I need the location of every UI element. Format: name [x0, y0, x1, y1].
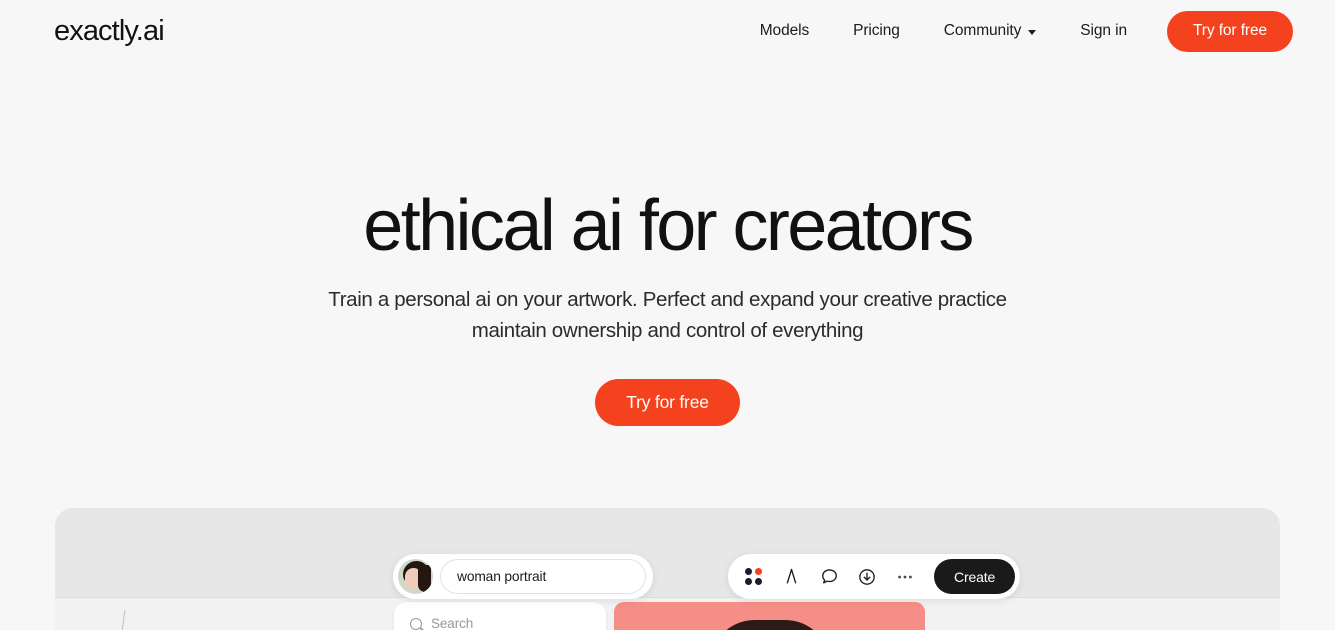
search-icon: [410, 617, 422, 630]
prompt-input[interactable]: [440, 559, 646, 594]
speech-bubble-icon[interactable]: [818, 566, 840, 588]
hero-try-for-free-button[interactable]: Try for free: [595, 378, 740, 426]
hero-subtitle: Train a personal ai on your artwork. Per…: [0, 285, 1335, 345]
styles-grid-icon[interactable]: [742, 566, 764, 588]
grid-dot-1: [744, 568, 752, 575]
styles-grid-dots: [744, 568, 762, 585]
chevron-down-icon: [1028, 29, 1037, 35]
hero-subtitle-line-2: maintain ownership and control of everyt…: [471, 318, 864, 342]
more-options-icon[interactable]: [894, 566, 916, 588]
hero-section: ethical ai for creators Train a personal…: [0, 62, 1335, 426]
canvas-tick-mark: [121, 610, 126, 630]
app-preview-panel: Search woman portrait Create: [55, 508, 1280, 630]
nav-link-community-label: Community: [943, 22, 1022, 39]
hero-cta-wrapper: Try for free: [0, 378, 1335, 426]
page-title: ethical ai for creators: [363, 186, 974, 266]
nav-link-models-label: Models: [759, 22, 810, 39]
compass-icon[interactable]: [780, 566, 802, 588]
preview-generated-image[interactable]: [614, 602, 925, 630]
avatar[interactable]: [398, 559, 433, 594]
preview-canvas: Search: [55, 597, 1280, 630]
grid-dot-2-accent: [754, 568, 762, 575]
grid-dot-3: [744, 578, 752, 585]
download-circle-icon[interactable]: [856, 566, 878, 588]
create-button[interactable]: Create: [934, 559, 1016, 594]
nav-link-pricing-label: Pricing: [853, 22, 900, 39]
nav-try-for-free-button[interactable]: Try for free: [1166, 10, 1293, 52]
grid-dot-4: [754, 578, 762, 585]
preview-search-card: Search: [394, 602, 606, 630]
top-navbar: exactly.ai Models Pricing Community Sign…: [0, 0, 1335, 62]
nav-link-community[interactable]: Community: [943, 14, 1037, 48]
preview-image-subject: [709, 620, 830, 630]
prompt-bar: [393, 554, 653, 599]
avatar-hair-side: [418, 565, 431, 592]
preview-search-row[interactable]: Search: [410, 616, 590, 630]
nav-link-sign-in[interactable]: Sign in: [1080, 14, 1127, 48]
preview-search-placeholder: Search: [431, 616, 474, 630]
hero-subtitle-line-1: Train a personal ai on your artwork. Per…: [328, 288, 1007, 312]
nav-link-sign-in-label: Sign in: [1080, 22, 1127, 39]
nav-link-pricing[interactable]: Pricing: [853, 14, 900, 48]
tools-bar: Create: [728, 554, 1021, 599]
nav-link-models[interactable]: Models: [760, 14, 809, 48]
primary-nav: Models Pricing Community Sign in Try for…: [760, 10, 1293, 52]
brand-logo[interactable]: exactly.ai: [54, 16, 165, 46]
